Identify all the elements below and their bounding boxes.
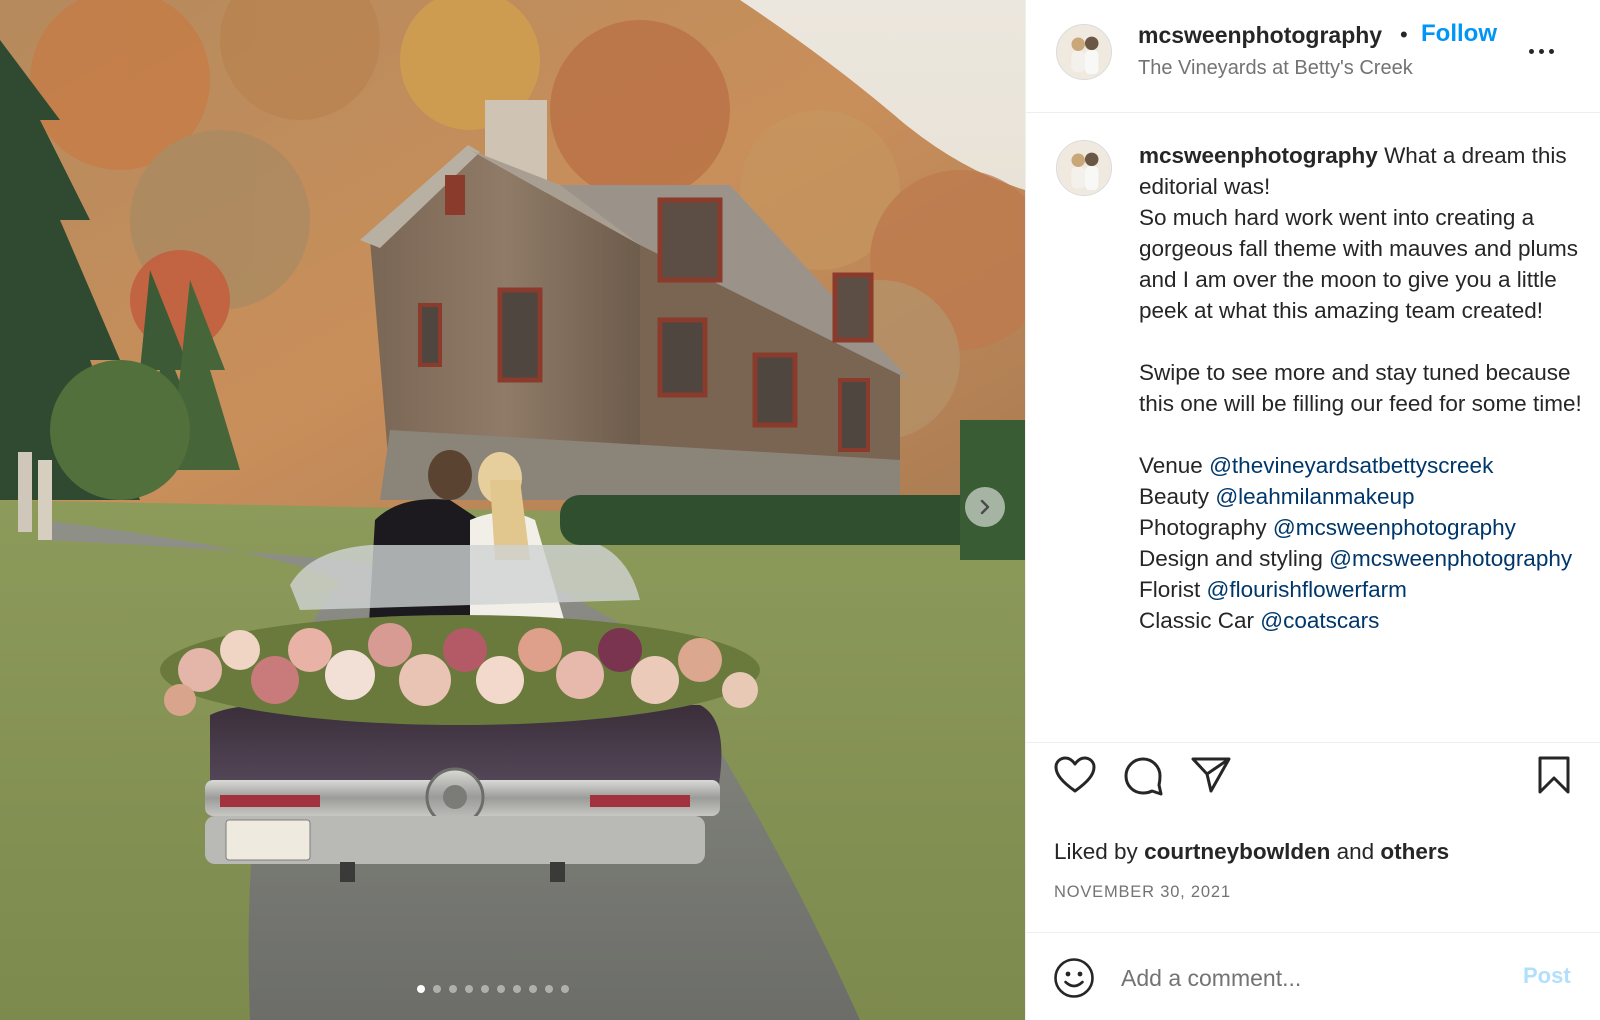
mention-link[interactable]: @thevineyardsatbettyscreek xyxy=(1209,453,1493,478)
credit-role: Classic Car xyxy=(1139,608,1255,633)
liker-username[interactable]: courtneybowlden xyxy=(1144,839,1330,864)
credit-line: Beauty @leahmilanmakeup xyxy=(1139,481,1584,512)
post-photo xyxy=(0,0,1025,1020)
likes-summary: Liked by courtneybowlden and others xyxy=(1054,839,1449,865)
post-actions: Liked by courtneybowlden and others NOVE… xyxy=(1026,742,1600,917)
carousel-dot xyxy=(448,985,457,993)
carousel-dot xyxy=(528,985,537,993)
carousel-indicator xyxy=(0,985,1025,993)
post-side-panel: mcsweenphotography • Follow The Vineyard… xyxy=(1025,0,1600,1020)
author-avatar[interactable] xyxy=(1056,24,1112,80)
caption-username[interactable]: mcsweenphotography xyxy=(1139,143,1378,168)
credit-line: Design and styling @mcsweenphotography xyxy=(1139,543,1584,574)
carousel-dot xyxy=(464,985,473,993)
carousel-dot xyxy=(432,985,441,993)
carousel-dot xyxy=(560,985,569,993)
bookmark-icon[interactable] xyxy=(1536,755,1572,795)
post-media[interactable] xyxy=(0,0,1025,1020)
mention-link[interactable]: @leahmilanmakeup xyxy=(1215,484,1414,509)
credit-role: Venue xyxy=(1139,453,1203,478)
comment-bar: Post xyxy=(1026,932,1600,1020)
credit-line: Photography @mcsweenphotography xyxy=(1139,512,1584,543)
follow-button[interactable]: Follow xyxy=(1421,20,1497,48)
author-username[interactable]: mcsweenphotography xyxy=(1138,22,1382,49)
post-date[interactable]: NOVEMBER 30, 2021 xyxy=(1054,883,1231,902)
send-icon[interactable] xyxy=(1190,755,1232,795)
carousel-dot xyxy=(480,985,489,993)
next-slide-button[interactable] xyxy=(965,487,1005,527)
caption-line: Swipe to see more and stay tuned because… xyxy=(1139,360,1582,416)
mention-link[interactable]: @mcsweenphotography xyxy=(1329,546,1572,571)
avatar-image xyxy=(1057,25,1111,79)
credit-line: Classic Car @coatscars xyxy=(1139,605,1584,636)
comment-icon[interactable] xyxy=(1122,755,1164,797)
heart-icon[interactable] xyxy=(1053,755,1097,795)
credit-role: Photography xyxy=(1139,515,1267,540)
mention-link[interactable]: @flourishflowerfarm xyxy=(1207,577,1407,602)
post-header: mcsweenphotography • Follow The Vineyard… xyxy=(1026,0,1600,113)
mention-link[interactable]: @coatscars xyxy=(1260,608,1379,633)
carousel-dot xyxy=(416,985,425,993)
credit-line: Venue @thevineyardsatbettyscreek xyxy=(1139,450,1584,481)
emoji-icon[interactable] xyxy=(1053,957,1095,999)
header-separator: • xyxy=(1400,22,1408,47)
credit-role: Beauty xyxy=(1139,484,1210,509)
carousel-dot xyxy=(496,985,505,993)
carousel-dot xyxy=(512,985,521,993)
credit-role: Florist xyxy=(1139,577,1201,602)
comment-input[interactable] xyxy=(1121,960,1491,996)
post-comment-button[interactable]: Post xyxy=(1523,963,1571,989)
avatar-image xyxy=(1057,141,1111,195)
mention-link[interactable]: @mcsweenphotography xyxy=(1273,515,1516,540)
likes-joiner: and xyxy=(1336,839,1375,864)
instagram-post: mcsweenphotography • Follow The Vineyard… xyxy=(0,0,1600,1020)
chevron-right-icon xyxy=(980,499,990,515)
post-location[interactable]: The Vineyards at Betty's Creek xyxy=(1138,57,1413,80)
credit-line: Florist @flourishflowerfarm xyxy=(1139,574,1584,605)
post-caption: mcsweenphotography What a dream this edi… xyxy=(1026,114,1600,742)
likes-prefix: Liked by xyxy=(1054,839,1138,864)
caption-line: So much hard work went into creating a g… xyxy=(1139,205,1578,323)
more-options-icon[interactable] xyxy=(1529,40,1563,62)
credit-role: Design and styling xyxy=(1139,546,1323,571)
carousel-dot xyxy=(544,985,553,993)
likes-others-link[interactable]: others xyxy=(1380,839,1449,864)
caption-text: mcsweenphotography What a dream this edi… xyxy=(1139,140,1584,636)
caption-avatar[interactable] xyxy=(1056,140,1112,196)
